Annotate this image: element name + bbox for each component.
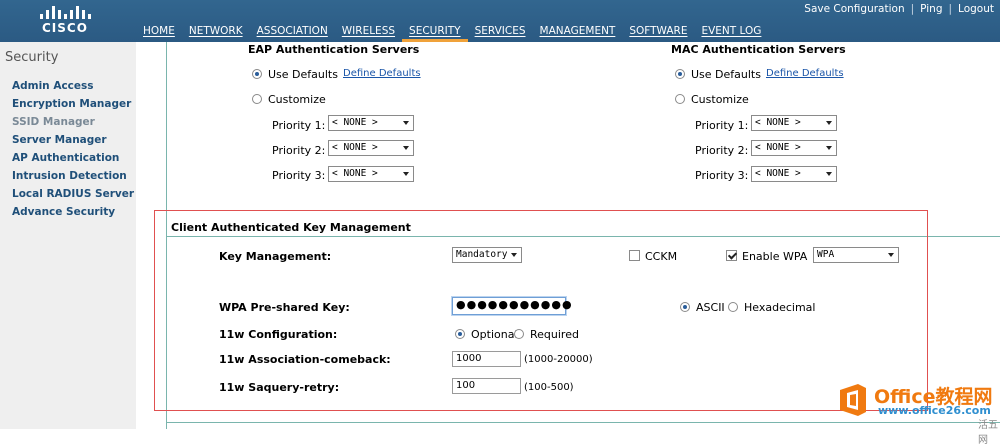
tab-event-log[interactable]: EVENT LOG (694, 22, 768, 42)
top-links: Save Configuration | Ping | Logout (798, 3, 1000, 17)
tab-wireless[interactable]: WIRELESS (335, 22, 402, 42)
mac-section-title: MAC Authentication Servers (671, 43, 846, 56)
cisco-logo: CISCO (36, 5, 96, 37)
top-header: CISCO Save Configuration | Ping | Logout HOM… (0, 0, 1000, 42)
sidebar-item-intrusion-detection[interactable]: Intrusion Detection (12, 170, 127, 182)
mac-priority-2-select[interactable]: < NONE > (751, 140, 837, 156)
tab-network[interactable]: NETWORK (182, 22, 250, 42)
eap-priority-1-value: < NONE > (332, 117, 378, 128)
eap-priority-1-select[interactable]: < NONE > (328, 115, 414, 131)
mac-customize-radio[interactable] (675, 94, 685, 104)
mac-priority-1-select[interactable]: < NONE > (751, 115, 837, 131)
main-nav: HOME NETWORK ASSOCIATION WIRELESS SECURITY SE… (136, 22, 768, 42)
tab-association[interactable]: ASSOCIATION (250, 22, 335, 42)
watermark-corner-text: 活五网 (978, 420, 998, 446)
eap-customize-label: Customize (268, 93, 326, 106)
chevron-down-icon (403, 172, 409, 176)
highlight-box (154, 210, 928, 411)
mac-priority-1-value: < NONE > (755, 117, 801, 128)
tab-security[interactable]: SECURITY (402, 22, 468, 42)
sidebar-title: Security (5, 50, 59, 65)
sidebar-item-ap-authentication[interactable]: AP Authentication (12, 152, 119, 164)
chevron-down-icon (826, 172, 832, 176)
eap-priority-2-select[interactable]: < NONE > (328, 140, 414, 156)
sidebar: Security Admin Access Encryption Manager… (0, 42, 136, 429)
chevron-down-icon (403, 121, 409, 125)
eap-priority-3-select[interactable]: < NONE > (328, 166, 414, 182)
sidebar-item-server-manager[interactable]: Server Manager (12, 134, 107, 146)
cisco-logo-text: CISCO (42, 21, 88, 35)
sidebar-item-admin-access[interactable]: Admin Access (12, 80, 94, 92)
mac-priority-1-label: Priority 1: (695, 119, 749, 132)
mac-priority-2-value: < NONE > (755, 142, 801, 153)
logout-link[interactable]: Logout (952, 3, 1000, 15)
chevron-down-icon (826, 146, 832, 150)
chevron-down-icon (826, 121, 832, 125)
sidebar-item-ssid-manager[interactable]: SSID Manager (12, 116, 95, 128)
tab-services[interactable]: SERVICES (468, 22, 533, 42)
mac-priority-3-label: Priority 3: (695, 169, 749, 182)
sidebar-item-local-radius-server[interactable]: Local RADIUS Server (12, 188, 134, 200)
sidebar-item-advance-security[interactable]: Advance Security (12, 206, 115, 218)
tab-home[interactable]: HOME (136, 22, 182, 42)
eap-priority-1-label: Priority 1: (272, 119, 326, 132)
eap-define-defaults-link[interactable]: Define Defaults (343, 68, 421, 79)
tab-software[interactable]: SOFTWARE (622, 22, 694, 42)
eap-use-defaults-label: Use Defaults (268, 68, 338, 81)
mac-priority-3-select[interactable]: < NONE > (751, 166, 837, 182)
eap-use-defaults-radio[interactable] (252, 69, 262, 79)
tab-management[interactable]: MANAGEMENT (533, 22, 623, 42)
save-configuration-link[interactable]: Save Configuration (798, 3, 910, 15)
office-logo-icon (840, 384, 866, 416)
ping-link[interactable]: Ping (914, 3, 948, 15)
mac-define-defaults-link[interactable]: Define Defaults (766, 68, 844, 79)
mac-use-defaults-label: Use Defaults (691, 68, 761, 81)
cisco-bars-icon (40, 5, 92, 19)
watermark-url: www.office26.com (878, 404, 991, 417)
eap-priority-2-label: Priority 2: (272, 144, 326, 157)
eap-priority-3-label: Priority 3: (272, 169, 326, 182)
watermark: Office教程网 www.office26.com 活五网 (838, 380, 1000, 446)
sidebar-item-encryption-manager[interactable]: Encryption Manager (12, 98, 131, 110)
eap-priority-2-value: < NONE > (332, 142, 378, 153)
chevron-down-icon (403, 146, 409, 150)
mac-customize-label: Customize (691, 93, 749, 106)
eap-priority-3-value: < NONE > (332, 168, 378, 179)
mac-use-defaults-radio[interactable] (675, 69, 685, 79)
mac-priority-3-value: < NONE > (755, 168, 801, 179)
mac-priority-2-label: Priority 2: (695, 144, 749, 157)
eap-customize-radio[interactable] (252, 94, 262, 104)
eap-section-title: EAP Authentication Servers (248, 43, 420, 56)
